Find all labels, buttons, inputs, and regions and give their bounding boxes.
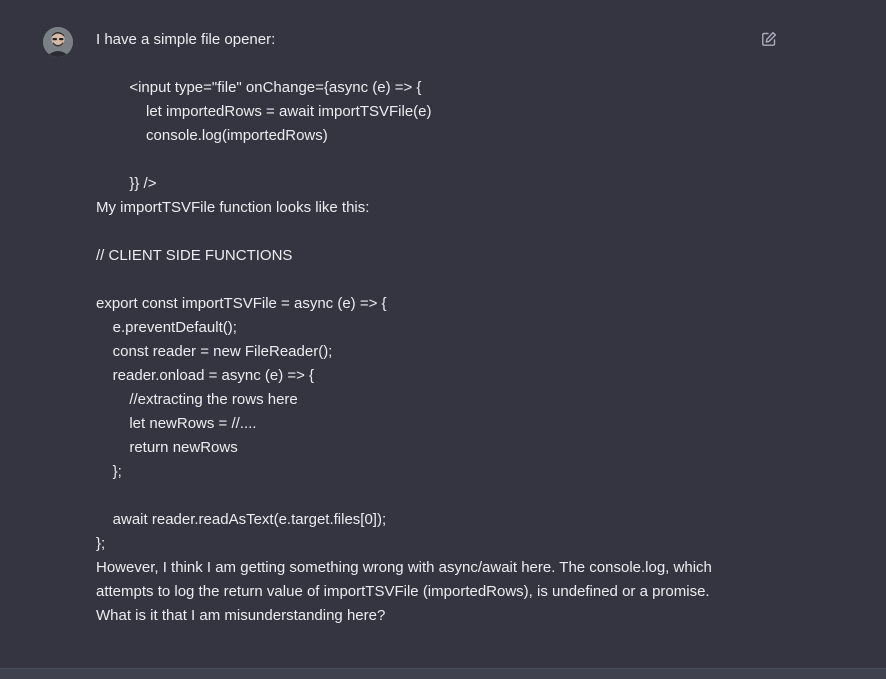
code-line: await reader.readAsText(e.target.files[0… — [96, 511, 387, 528]
code-line: let importedRows = await importTSVFile(e… — [96, 103, 432, 120]
message-line: My importTSVFile function looks like thi… — [96, 199, 370, 216]
code-line: console.log(importedRows) — [96, 127, 328, 144]
avatar-photo — [43, 27, 73, 57]
code-line: export const importTSVFile = async (e) =… — [96, 295, 387, 312]
user-message: I have a simple file opener: <input type… — [0, 0, 886, 668]
code-line: reader.onload = async (e) => { — [96, 367, 315, 384]
user-avatar — [43, 27, 73, 57]
code-line: }; — [96, 535, 106, 552]
message-line — [96, 220, 746, 244]
code-line: // CLIENT SIDE FUNCTIONS — [96, 247, 293, 264]
message-line: I have a simple file opener: — [96, 31, 276, 48]
code-line: }; — [96, 463, 122, 480]
code-line: let newRows = //.... — [96, 415, 257, 432]
edit-icon — [762, 31, 777, 46]
code-line: }} /> — [96, 175, 157, 192]
message-line — [96, 52, 746, 76]
code-line: e.preventDefault(); — [96, 319, 237, 336]
code-line: //extracting the rows here — [96, 391, 298, 408]
message-content: I have a simple file opener: <input type… — [96, 28, 746, 628]
bottom-divider — [0, 668, 886, 679]
question-paragraph: However, I think I am getting something … — [96, 559, 712, 624]
code-line: <input type="file" onChange={async (e) =… — [96, 79, 422, 96]
code-line: return newRows — [96, 439, 238, 456]
code-line: const reader = new FileReader(); — [96, 343, 333, 360]
edit-message-button[interactable] — [761, 31, 777, 47]
